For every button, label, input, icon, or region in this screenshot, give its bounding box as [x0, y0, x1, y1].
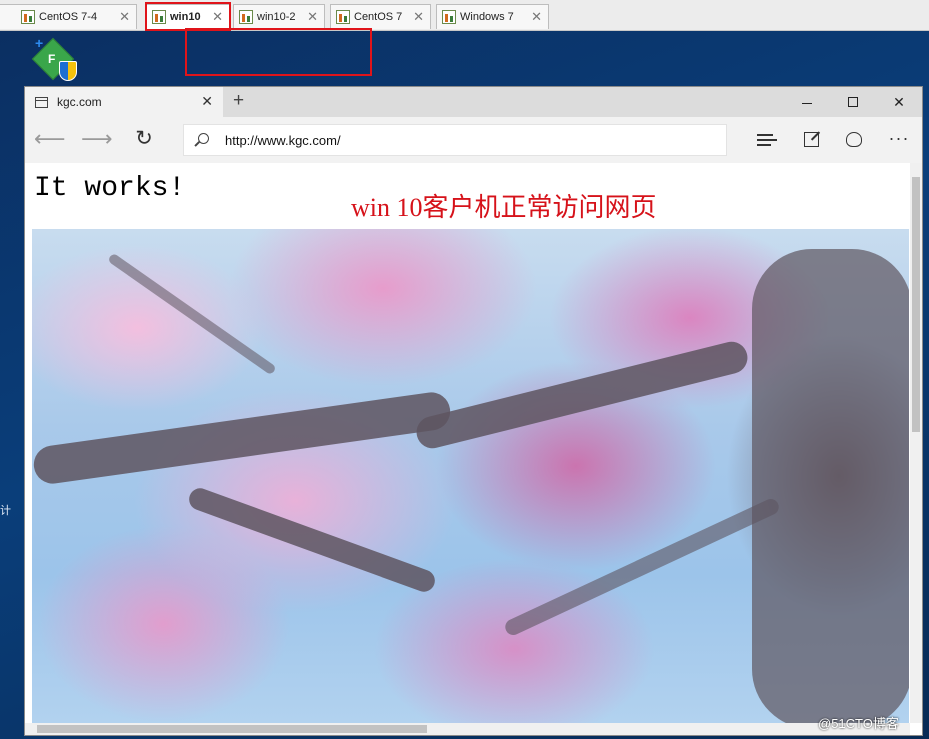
close-icon[interactable]: ✕ — [413, 9, 424, 25]
share-icon[interactable] — [840, 125, 870, 155]
vm-tab-label: Windows 7 — [460, 11, 514, 23]
annotation-text: win 10客户机正常访问网页 — [351, 193, 657, 222]
browser-toolbar: ⟵ ⟶ ↻ ··· — [25, 117, 922, 163]
address-bar[interactable] — [183, 124, 727, 156]
close-icon[interactable]: ✕ — [119, 9, 130, 25]
back-arrow-icon: ⟵ — [34, 126, 66, 151]
watermark-text: @51CTO博客 — [818, 716, 899, 731]
close-icon[interactable]: ✕ — [531, 9, 542, 25]
minimize-button[interactable] — [784, 87, 830, 117]
maximize-button[interactable] — [830, 87, 876, 117]
desktop-app-shortcut[interactable]: + F — [31, 35, 79, 85]
browser-tab-kgc[interactable]: kgc.com ✕ — [25, 87, 223, 117]
maximize-icon — [848, 97, 858, 107]
close-icon[interactable]: ✕ — [201, 93, 213, 110]
page-icon — [35, 96, 48, 108]
url-input[interactable] — [225, 133, 525, 148]
window-close-button[interactable]: ✕ — [876, 87, 922, 117]
vertical-scrollbar[interactable] — [910, 163, 922, 723]
vm-tab-label: CentOS 7 — [354, 11, 403, 23]
vm-tab-windows-7[interactable]: Windows 7 ✕ — [436, 4, 549, 29]
refresh-icon: ↻ — [135, 127, 153, 150]
page-viewport: It works! — [25, 163, 922, 735]
desktop-edge-text: 计 — [0, 505, 11, 517]
search-icon — [198, 133, 209, 144]
browser-titlebar: kgc.com ✕ + ✕ — [25, 87, 922, 117]
minimize-icon — [802, 102, 812, 104]
vm-icon — [442, 10, 456, 24]
vm-tab-centos-7-4[interactable]: CentOS 7-4 ✕ — [0, 4, 137, 29]
back-button[interactable]: ⟵ — [34, 125, 66, 155]
vm-icon — [336, 10, 350, 24]
hub-button[interactable] — [752, 125, 782, 155]
vm-tab-win10-2[interactable]: win10-2 ✕ — [233, 4, 325, 29]
vm-tab-label: win10-2 — [257, 11, 296, 23]
more-icon[interactable]: ··· — [884, 125, 914, 155]
edge-browser-window: kgc.com ✕ + ✕ ⟵ ⟶ ↻ ··· It works! — [24, 86, 923, 736]
vm-icon — [239, 10, 253, 24]
cherry-blossom-image — [32, 229, 909, 723]
vm-tab-centos-7[interactable]: CentOS 7 ✕ — [330, 4, 431, 29]
vm-tab-strip: CentOS 7-4 ✕ win10 ✕ win10-2 ✕ CentOS 7 … — [0, 0, 929, 31]
app-icon-letter: F — [48, 52, 56, 66]
browser-tab-title: kgc.com — [57, 95, 102, 109]
web-note-icon[interactable] — [797, 125, 827, 155]
vm-icon — [21, 10, 35, 24]
forward-arrow-icon: ⟶ — [81, 126, 113, 151]
horizontal-scrollbar[interactable] — [25, 723, 910, 735]
forward-button[interactable]: ⟶ — [81, 125, 113, 155]
vm-tab-label: CentOS 7-4 — [39, 11, 98, 23]
close-icon[interactable]: ✕ — [307, 9, 318, 25]
url-highlight-box — [185, 28, 372, 76]
refresh-button[interactable]: ↻ — [129, 125, 159, 155]
new-tab-button[interactable]: + — [233, 90, 244, 112]
horizontal-scroll-thumb[interactable] — [37, 725, 427, 733]
shield-icon — [59, 61, 77, 81]
vertical-scroll-thumb[interactable] — [912, 177, 920, 432]
active-tab-highlight-box — [145, 2, 231, 31]
page-heading: It works! — [34, 173, 186, 204]
